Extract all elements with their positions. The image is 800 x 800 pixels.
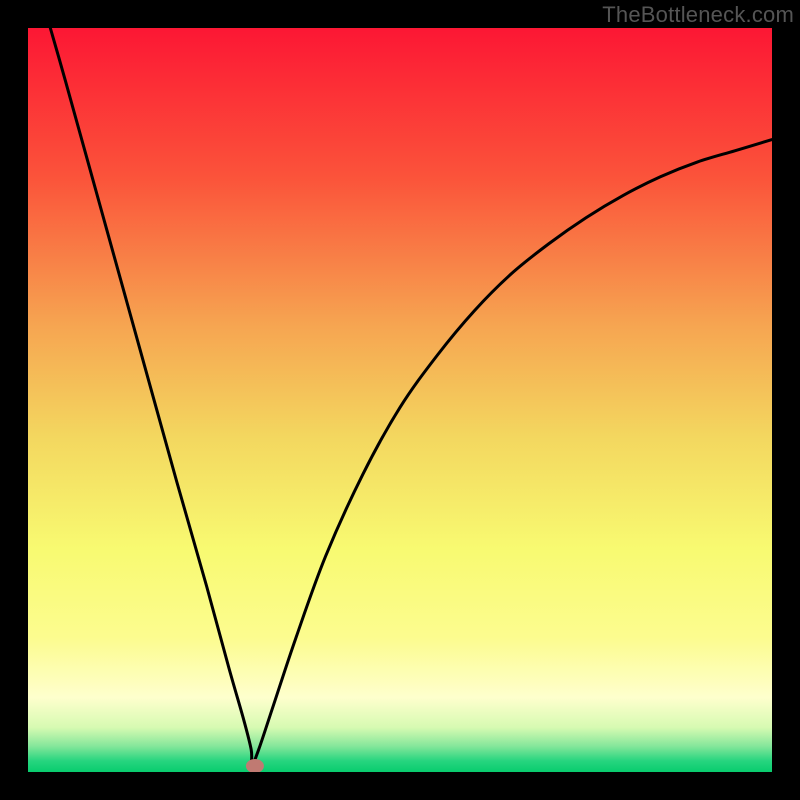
bottleneck-curve [50,28,772,765]
chart-frame: TheBottleneck.com [0,0,800,800]
plot-area [28,28,772,772]
watermark-text: TheBottleneck.com [602,2,794,28]
marker-dot [246,759,264,772]
chart-svg [28,28,772,772]
